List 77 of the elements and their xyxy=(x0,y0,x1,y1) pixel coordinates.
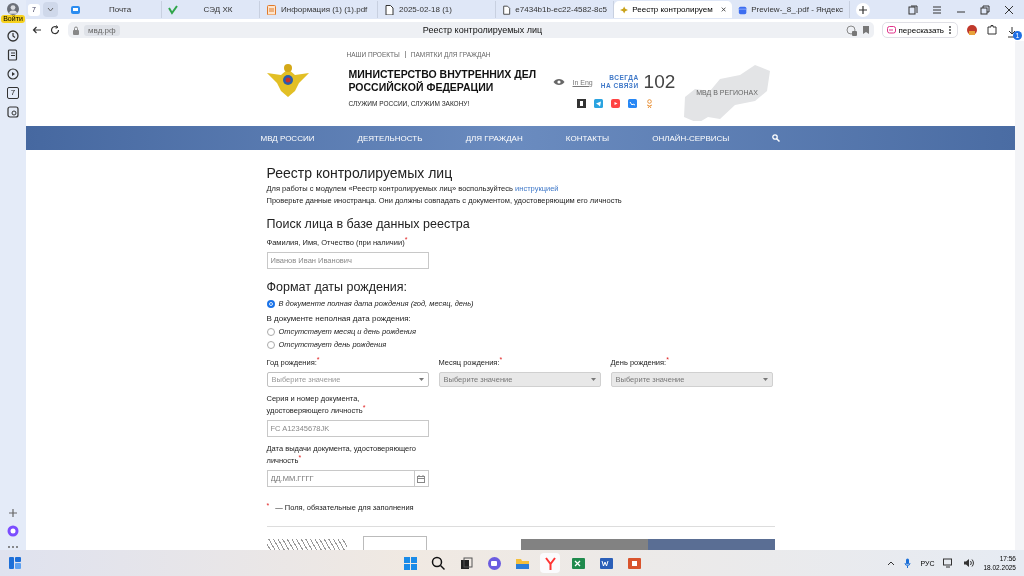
presentation-icon[interactable] xyxy=(626,555,642,571)
plus-icon[interactable] xyxy=(8,508,18,518)
chat-icon[interactable] xyxy=(486,555,502,571)
address-field[interactable]: мвд.рф xyxy=(84,24,120,36)
tab-icon xyxy=(502,4,512,15)
section-heading: Поиск лица в базе данных реестра xyxy=(266,217,471,232)
network-icon[interactable] xyxy=(943,558,955,568)
collections-icon[interactable] xyxy=(908,4,918,15)
retell-button[interactable]: пересказать xyxy=(881,22,958,38)
widgets-icon[interactable] xyxy=(8,556,22,570)
nav-link[interactable]: ДЛЯ ГРАЖДАН xyxy=(465,133,523,143)
microphone-icon[interactable] xyxy=(904,558,912,568)
browser-tab[interactable]: 2025-02-18 (1) xyxy=(378,1,496,18)
start-icon[interactable] xyxy=(402,555,418,571)
tab-icon xyxy=(384,4,395,15)
subheading: В документе неполная дата рождения: xyxy=(266,314,412,323)
social-icon[interactable] xyxy=(576,99,586,108)
tab-icon xyxy=(620,4,629,15)
radio-button[interactable] xyxy=(266,327,275,336)
menu-icon[interactable] xyxy=(932,5,942,14)
assistant-icon[interactable] xyxy=(7,525,19,537)
radio-button[interactable] xyxy=(266,299,275,308)
close-icon[interactable] xyxy=(1004,4,1014,15)
radio-button[interactable] xyxy=(266,340,275,349)
bookmark-icon[interactable] xyxy=(861,25,870,35)
document-icon[interactable] xyxy=(598,555,614,571)
tabs-menu-button[interactable] xyxy=(43,2,58,17)
ministry-name: МИНИСТЕРСТВО ВНУТРЕННИХ ДЕЛ РОССИЙСКОЙ ФЕДЕРАЦИИ xyxy=(348,68,537,94)
calendar-icon xyxy=(417,474,425,483)
volume-icon[interactable] xyxy=(963,558,975,568)
nav-link[interactable]: ОНЛАЙН-СЕРВИСЫ xyxy=(652,133,730,143)
history-icon[interactable] xyxy=(7,30,19,42)
caret-icon xyxy=(590,378,596,381)
page-heading: Реестр контролируемых лиц xyxy=(266,165,454,182)
chevron-icon[interactable] xyxy=(887,560,896,566)
calendar-button[interactable] xyxy=(413,470,429,487)
back-icon[interactable] xyxy=(32,25,42,35)
hotline-number: 102 xyxy=(643,71,676,93)
caret-icon xyxy=(762,378,768,381)
caret-icon xyxy=(418,378,424,381)
browser-tab[interactable]: Реестр контролируем xyxy=(614,1,732,18)
chevron-icon xyxy=(47,7,54,12)
lock-icon xyxy=(72,25,80,35)
translate-icon[interactable] xyxy=(845,24,858,36)
calendar-icon[interactable]: 7 xyxy=(7,87,19,99)
restore-icon[interactable] xyxy=(980,4,990,15)
retell-icon xyxy=(886,26,896,34)
nav-link[interactable]: ДЕЯТЕЛЬНОСТЬ xyxy=(357,133,423,143)
new-tab-button[interactable] xyxy=(856,2,870,17)
nav-link[interactable]: МВД РОССИИ xyxy=(260,133,315,143)
puzzle-icon[interactable] xyxy=(986,24,998,36)
search-icon[interactable] xyxy=(430,555,446,571)
documents-icon[interactable] xyxy=(7,49,19,61)
reload-icon[interactable] xyxy=(50,25,60,35)
browser-tab[interactable]: Почта xyxy=(64,1,162,18)
browser-tab[interactable]: Preview-_8_.pdf - Яндекс xyxy=(732,1,850,18)
nav-link[interactable]: КОНТАКТЫ xyxy=(565,133,609,143)
close-icon[interactable] xyxy=(720,6,726,13)
tab-icon xyxy=(738,4,748,15)
more-icon[interactable] xyxy=(7,544,19,550)
page-title: Реестр контролируемых лиц xyxy=(421,25,544,35)
extension-icon[interactable] xyxy=(966,24,978,36)
browser-icon[interactable] xyxy=(542,555,558,571)
kebab-icon xyxy=(947,25,953,35)
play-icon[interactable] xyxy=(7,68,19,80)
spreadsheet-icon[interactable] xyxy=(570,555,586,571)
task-view-icon[interactable] xyxy=(458,555,474,571)
section-heading: Формат даты рождения: xyxy=(266,280,409,295)
eye-icon[interactable] xyxy=(552,78,565,86)
browser-tab[interactable]: Информация (1) (1).pdf xyxy=(260,1,378,18)
plus-icon xyxy=(859,5,867,14)
avatar-icon[interactable] xyxy=(7,3,19,15)
tab-icon xyxy=(168,4,179,15)
tab-icon xyxy=(266,4,277,15)
screenshot-icon[interactable] xyxy=(7,106,19,118)
browser-tab[interactable]: СЭД ХК xyxy=(162,1,260,18)
tab-icon xyxy=(70,4,81,15)
